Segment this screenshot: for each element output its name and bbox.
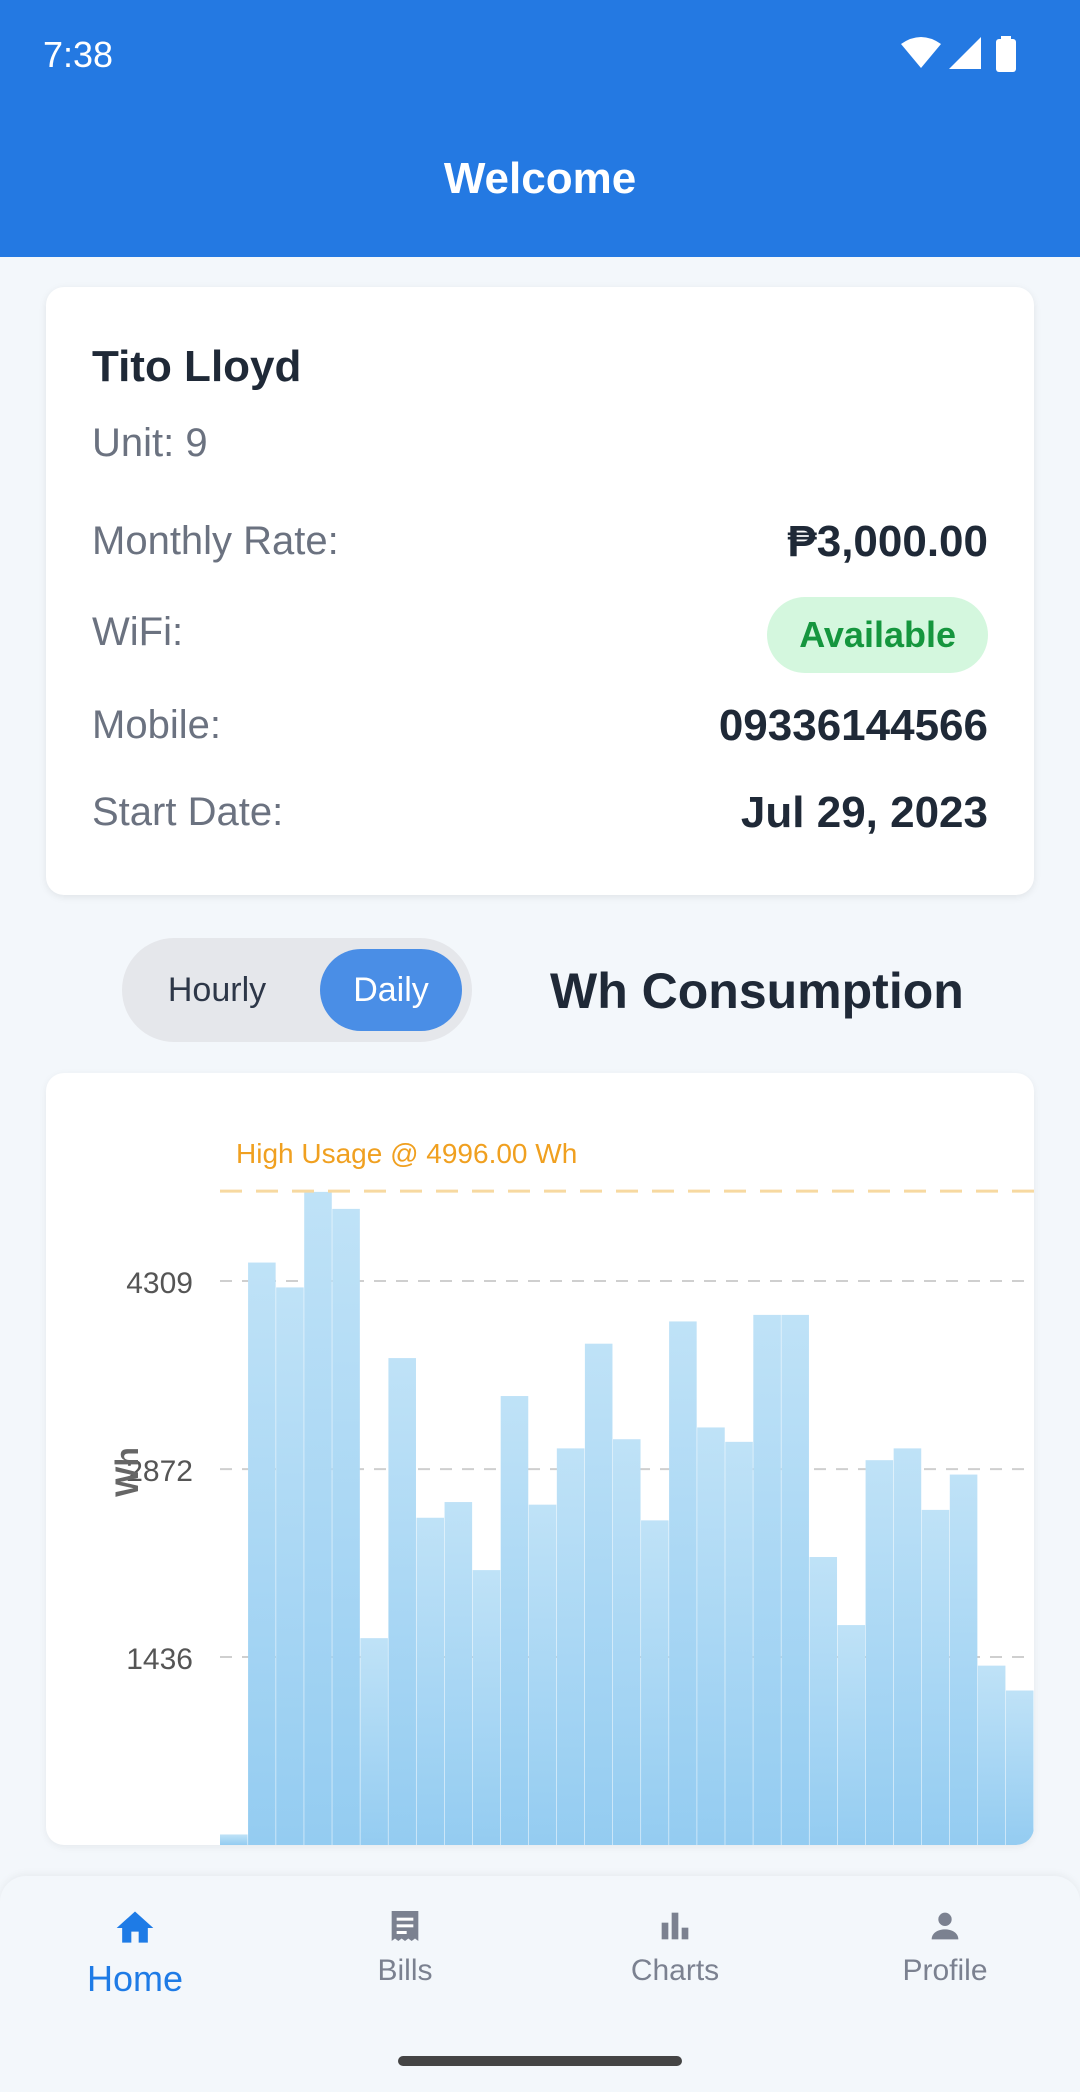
signal-icon bbox=[949, 37, 981, 69]
bar[interactable] bbox=[1005, 1690, 1034, 1845]
period-toggle: Hourly Daily bbox=[122, 938, 472, 1042]
bar[interactable] bbox=[977, 1665, 1006, 1845]
bar[interactable] bbox=[416, 1517, 445, 1845]
bar[interactable] bbox=[921, 1509, 950, 1845]
consumption-chart: 1436 2872 4309 High Usage @ 4996.00 Wh Wh bbox=[46, 1073, 1034, 1845]
nav-bills[interactable]: Bills bbox=[270, 1906, 540, 2026]
bar[interactable] bbox=[220, 1834, 248, 1845]
nav-profile-label: Profile bbox=[902, 1954, 988, 1987]
bar[interactable] bbox=[332, 1208, 360, 1845]
bar[interactable] bbox=[388, 1358, 416, 1845]
y-axis-label: Wh bbox=[109, 1447, 145, 1497]
high-usage-label: High Usage @ 4996.00 Wh bbox=[236, 1138, 577, 1169]
monthly-rate-value: ₱3,000.00 bbox=[787, 517, 988, 566]
y-tick-label: 4309 bbox=[126, 1267, 193, 1300]
home-icon bbox=[116, 1911, 154, 1943]
bar[interactable] bbox=[809, 1557, 838, 1845]
bar[interactable] bbox=[472, 1570, 501, 1845]
bar[interactable] bbox=[360, 1638, 388, 1845]
bills-icon bbox=[391, 1911, 419, 1941]
profile-icon bbox=[931, 1912, 959, 1940]
charts-icon bbox=[661, 1912, 689, 1940]
nav-home-label: Home bbox=[86, 1958, 184, 1999]
home-indicator bbox=[398, 2056, 682, 2066]
bar[interactable] bbox=[641, 1520, 669, 1845]
nav-home[interactable]: Home bbox=[0, 1906, 270, 2026]
wifi-status-badge: Available bbox=[767, 597, 988, 673]
nav-bills-label: Bills bbox=[377, 1954, 433, 1987]
bar[interactable] bbox=[612, 1439, 641, 1845]
consumption-title: Wh Consumption bbox=[550, 963, 964, 1019]
bar[interactable] bbox=[725, 1441, 753, 1845]
bar[interactable] bbox=[584, 1343, 613, 1845]
wifi-icon bbox=[901, 37, 941, 68]
page-title: Welcome bbox=[443, 154, 637, 203]
tenant-card: Tito Lloyd Unit: 9 Monthly Rate: ₱3,000.… bbox=[46, 287, 1034, 895]
mobile-value: 09336144566 bbox=[718, 701, 988, 750]
bar[interactable] bbox=[444, 1502, 473, 1845]
bar[interactable] bbox=[949, 1474, 978, 1845]
y-tick-label: 1436 bbox=[126, 1643, 193, 1676]
start-date-value: Jul 29, 2023 bbox=[740, 788, 988, 837]
bar[interactable] bbox=[865, 1460, 894, 1845]
tenant-name: Tito Lloyd bbox=[92, 342, 302, 391]
bar[interactable] bbox=[837, 1625, 866, 1845]
nav-charts[interactable]: Charts bbox=[540, 1906, 810, 2026]
monthly-rate-label: Monthly Rate: bbox=[92, 519, 339, 563]
bar[interactable] bbox=[781, 1314, 809, 1845]
bar[interactable] bbox=[276, 1287, 304, 1845]
mobile-label: Mobile: bbox=[92, 703, 221, 747]
status-time: 7:38 bbox=[43, 34, 114, 75]
toggle-daily[interactable]: Daily bbox=[320, 949, 462, 1031]
start-date-label: Start Date: bbox=[92, 790, 284, 834]
bar[interactable] bbox=[753, 1314, 781, 1845]
bar[interactable] bbox=[528, 1504, 557, 1845]
nav-profile[interactable]: Profile bbox=[810, 1906, 1080, 2026]
bar[interactable] bbox=[304, 1191, 332, 1845]
bar[interactable] bbox=[556, 1448, 585, 1845]
bar[interactable] bbox=[893, 1448, 922, 1845]
battery-icon bbox=[996, 36, 1016, 72]
bar[interactable] bbox=[500, 1396, 529, 1845]
toggle-hourly[interactable]: Hourly bbox=[122, 938, 312, 1042]
nav-charts-label: Charts bbox=[630, 1954, 720, 1987]
bar-chart: 143628724309High Usage @ 4996.00 WhWh bbox=[109, 1138, 1034, 1845]
bar[interactable] bbox=[669, 1321, 697, 1845]
unit-label: Unit: 9 bbox=[92, 421, 208, 465]
wifi-label: WiFi: bbox=[92, 610, 184, 654]
bar[interactable] bbox=[697, 1427, 725, 1845]
bar[interactable] bbox=[248, 1262, 276, 1845]
app-bar: 7:38 Welcome bbox=[0, 0, 1080, 257]
